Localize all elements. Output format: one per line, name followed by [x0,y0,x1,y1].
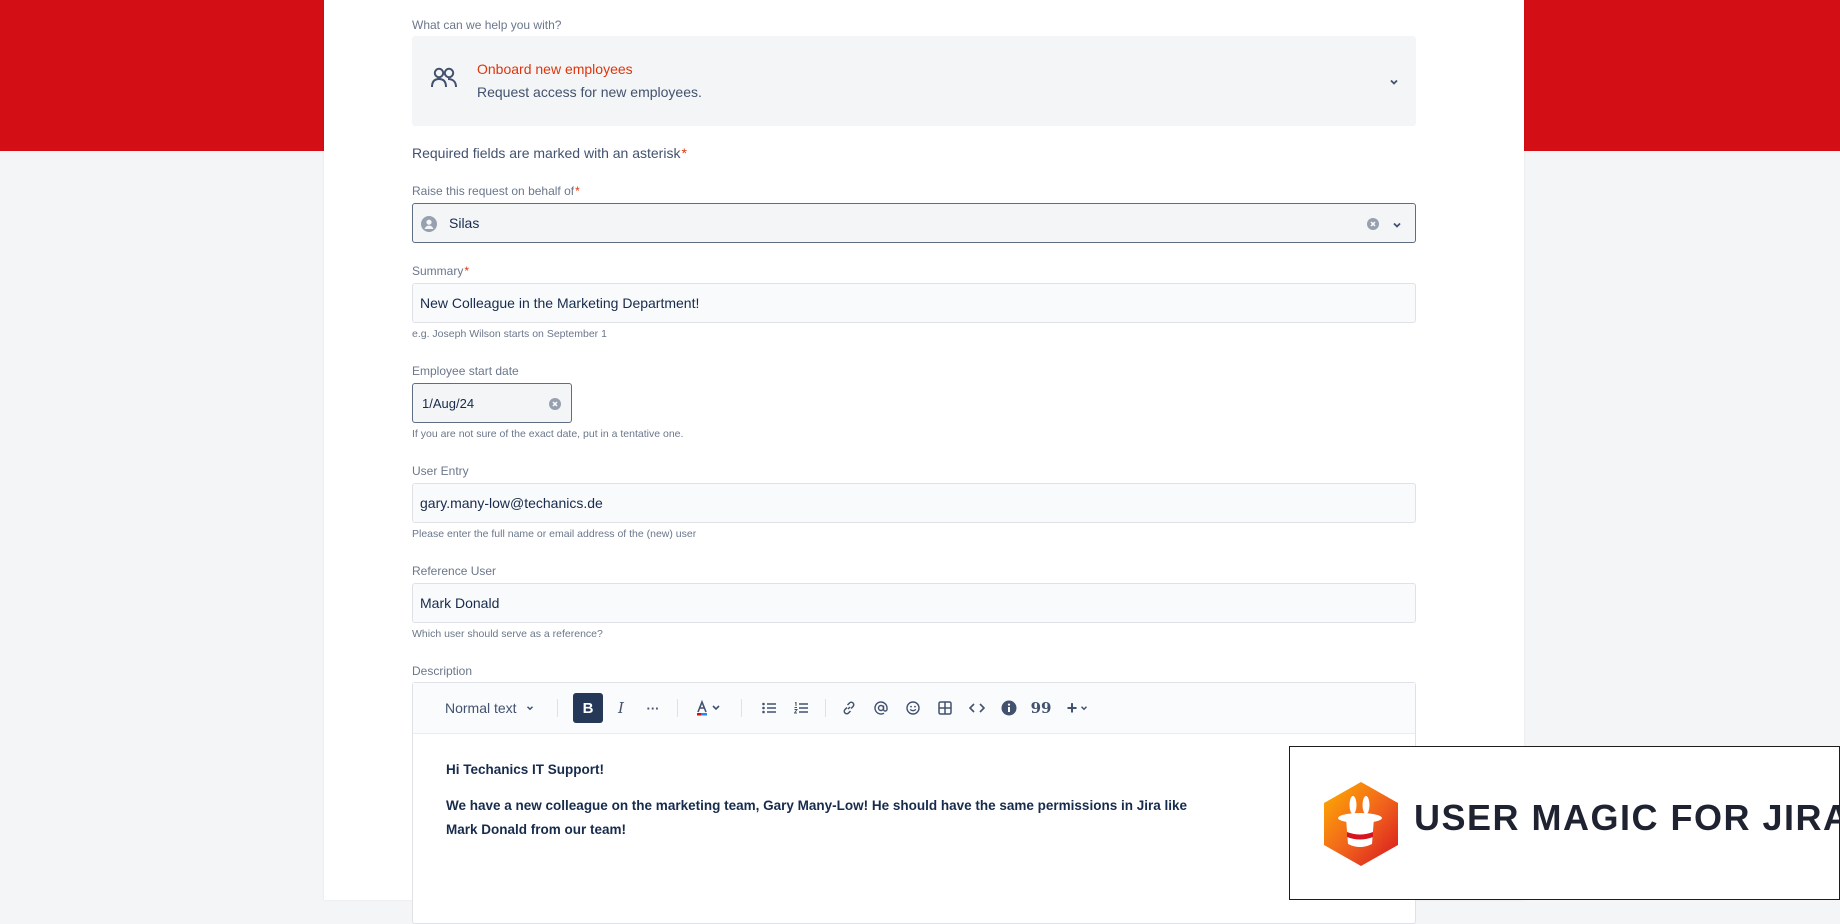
start-date-helper: If you are not sure of the exact date, p… [412,428,684,440]
reference-user-label: Reference User [412,564,497,578]
people-icon [430,66,458,95]
user-entry-label: User Entry [412,464,469,478]
mention-button[interactable] [869,695,893,721]
editor-toolbar: Normal text B I ··· 99 + [413,683,1415,734]
request-type-label: What can we help you with? [412,18,562,32]
reference-user-value: Mark Donald [420,595,500,611]
emoji-button[interactable] [901,695,925,721]
numbered-list-button[interactable] [789,695,813,721]
user-entry-value: gary.many-low@techanics.de [420,495,603,511]
text-color-button[interactable] [693,695,727,721]
summary-helper: e.g. Joseph Wilson starts on September 1 [412,328,607,340]
code-icon [969,703,985,713]
more-formatting-button[interactable]: ··· [641,695,665,721]
user-entry-helper: Please enter the full name or email addr… [412,528,697,540]
description-content[interactable]: Hi Techanics IT Support! We have a new c… [446,758,1187,842]
link-button[interactable] [837,695,861,721]
required-fields-note: Required fields are marked with an aster… [412,145,687,161]
toolbar-divider [677,699,678,717]
reference-user-helper: Which user should serve as a reference? [412,628,603,640]
toolbar-divider [741,699,742,717]
table-button[interactable] [933,695,957,721]
on-behalf-label: Raise this request on behalf of* [412,184,580,198]
summary-value: New Colleague in the Marketing Departmen… [420,295,700,311]
insert-more-button[interactable]: + [1061,695,1095,721]
start-date-value: 1/Aug/24 [422,396,475,411]
bold-button[interactable]: B [573,693,603,723]
table-icon [938,701,952,715]
link-icon [843,701,855,715]
start-date-label: Employee start date [412,364,519,378]
request-type-title: Onboard new employees [477,61,633,77]
emoji-icon [906,701,920,715]
on-behalf-select[interactable]: Silas [412,203,1416,243]
description-editor[interactable]: Normal text B I ··· 99 + Hi Techanics IT… [412,682,1416,924]
brand-text: USER MAGIC FOR JIRA [1414,797,1840,838]
clear-icon[interactable] [1367,217,1379,235]
summary-input[interactable]: New Colleague in the Marketing Departmen… [412,283,1416,323]
summary-label: Summary* [412,264,470,278]
info-icon [1001,700,1017,716]
code-button[interactable] [965,695,989,721]
chevron-down-icon [526,706,533,711]
bullet-list-button[interactable] [757,695,781,721]
description-label: Description [412,664,473,678]
info-panel-button[interactable] [997,695,1021,721]
on-behalf-value: Silas [449,215,480,231]
text-color-icon [697,700,720,716]
reference-user-input[interactable]: Mark Donald [412,583,1416,623]
description-paragraph: Hi Techanics IT Support! [446,762,605,777]
description-paragraph: Mark Donald from our team! [446,822,627,837]
chevron-down-icon[interactable] [1388,75,1400,93]
user-entry-input[interactable]: gary.many-low@techanics.de [412,483,1416,523]
chevron-down-icon[interactable] [1391,218,1403,236]
chevron-down-icon [1081,706,1088,711]
toolbar-divider [825,699,826,717]
toolbar-divider [557,699,558,717]
magic-hat-logo-icon [1322,780,1400,873]
quote-button[interactable]: 99 [1029,695,1053,721]
mention-icon [874,701,888,715]
italic-button[interactable]: I [609,695,633,721]
request-type-description: Request access for new employees. [477,84,702,100]
numbered-list-icon [794,702,808,714]
clear-icon[interactable] [549,397,561,415]
description-paragraph: We have a new colleague on the marketing… [446,798,1187,813]
start-date-picker[interactable]: 1/Aug/24 [412,383,572,423]
user-magic-brand-banner: USER MAGIC FOR JIRA [1289,746,1840,900]
text-style-dropdown[interactable]: Normal text [445,695,545,721]
bullet-list-icon [762,702,776,714]
request-type-selector[interactable]: Onboard new employees Request access for… [412,36,1416,126]
user-avatar-icon [421,216,437,237]
